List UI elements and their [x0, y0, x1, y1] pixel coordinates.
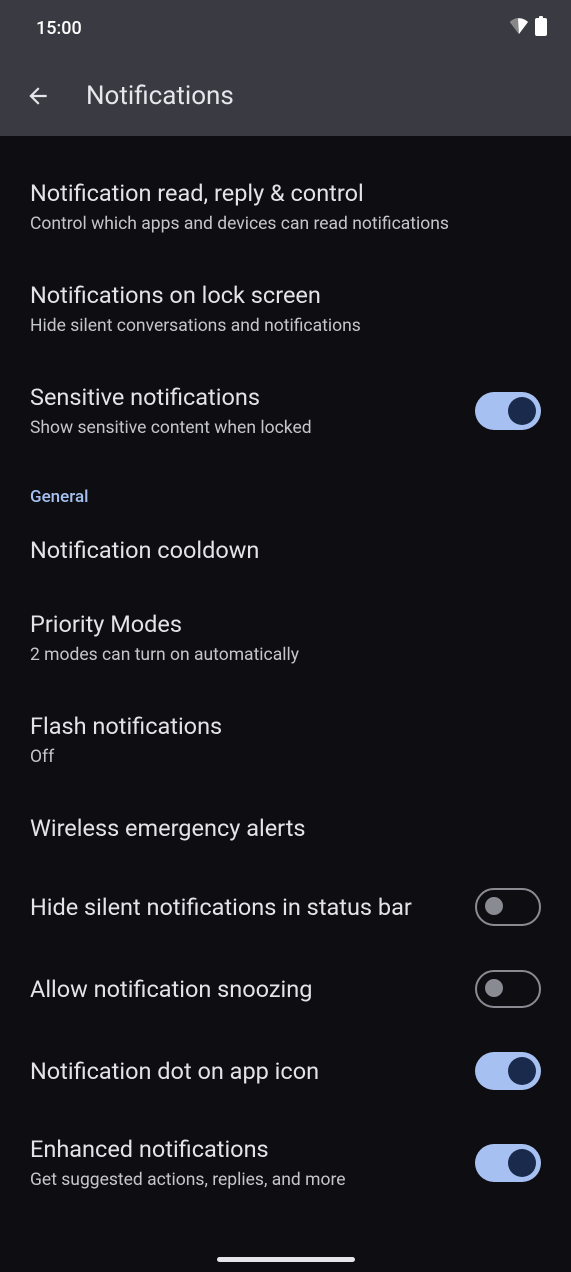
setting-title: Enhanced notifications: [30, 1134, 459, 1165]
setting-enhanced-notifications[interactable]: Enhanced notifications Get suggested act…: [0, 1112, 571, 1214]
setting-text: Allow notification snoozing: [30, 974, 475, 1005]
toggle-sensitive-notifications[interactable]: [475, 392, 541, 430]
setting-title: Flash notifications: [30, 711, 525, 742]
setting-notification-dot[interactable]: Notification dot on app icon: [0, 1030, 571, 1112]
setting-title: Notification read, reply & control: [30, 178, 525, 209]
setting-title: Hide silent notifications in status bar: [30, 892, 459, 923]
setting-title: Notifications on lock screen: [30, 280, 525, 311]
page-title: Notifications: [86, 81, 234, 111]
setting-title: Notification dot on app icon: [30, 1056, 459, 1087]
setting-subtitle: 2 modes can turn on automatically: [30, 644, 525, 668]
section-header-general: General: [0, 463, 571, 513]
setting-hide-silent-status-bar[interactable]: Hide silent notifications in status bar: [0, 866, 571, 948]
setting-notification-cooldown[interactable]: Notification cooldown: [0, 513, 571, 588]
status-icons: [509, 16, 547, 40]
setting-title: Priority Modes: [30, 609, 525, 640]
setting-title: Notification cooldown: [30, 535, 525, 566]
setting-subtitle: Control which apps and devices can read …: [30, 213, 525, 237]
setting-title: Allow notification snoozing: [30, 974, 459, 1005]
arrow-left-icon: [25, 83, 51, 109]
setting-text: Enhanced notifications Get suggested act…: [30, 1134, 475, 1192]
setting-text: Hide silent notifications in status bar: [30, 892, 475, 923]
setting-flash-notifications[interactable]: Flash notifications Off: [0, 689, 571, 791]
toggle-hide-silent-status-bar[interactable]: [475, 888, 541, 926]
battery-icon: [535, 16, 547, 40]
back-button[interactable]: [18, 76, 58, 116]
wifi-icon: [509, 18, 529, 38]
toggle-allow-snoozing[interactable]: [475, 970, 541, 1008]
setting-title: Sensitive notifications: [30, 382, 459, 413]
settings-content[interactable]: Notification read, reply & control Contr…: [0, 136, 571, 1272]
setting-priority-modes[interactable]: Priority Modes 2 modes can turn on autom…: [0, 587, 571, 689]
nav-home-indicator[interactable]: [217, 1257, 355, 1262]
app-header: Notifications: [0, 56, 571, 136]
setting-text: Notification cooldown: [30, 535, 541, 566]
toggle-enhanced-notifications[interactable]: [475, 1144, 541, 1182]
setting-subtitle: Show sensitive content when locked: [30, 417, 459, 441]
setting-subtitle: Hide silent conversations and notificati…: [30, 315, 525, 339]
setting-wireless-emergency-alerts[interactable]: Wireless emergency alerts: [0, 791, 571, 866]
status-time: 15:00: [36, 18, 82, 39]
setting-text: Priority Modes 2 modes can turn on autom…: [30, 609, 541, 667]
setting-text: Wireless emergency alerts: [30, 813, 541, 844]
setting-text: Notification dot on app icon: [30, 1056, 475, 1087]
setting-text: Sensitive notifications Show sensitive c…: [30, 382, 475, 440]
setting-text: Notifications on lock screen Hide silent…: [30, 280, 541, 338]
setting-notifications-lock-screen[interactable]: Notifications on lock screen Hide silent…: [0, 258, 571, 360]
setting-sensitive-notifications[interactable]: Sensitive notifications Show sensitive c…: [0, 360, 571, 462]
setting-subtitle: Get suggested actions, replies, and more: [30, 1169, 459, 1193]
setting-text: Notification read, reply & control Contr…: [30, 178, 541, 236]
setting-text: Flash notifications Off: [30, 711, 541, 769]
setting-title: Wireless emergency alerts: [30, 813, 525, 844]
setting-notification-read-reply[interactable]: Notification read, reply & control Contr…: [0, 148, 571, 258]
toggle-notification-dot[interactable]: [475, 1052, 541, 1090]
status-bar: 15:00: [0, 0, 571, 56]
setting-allow-snoozing[interactable]: Allow notification snoozing: [0, 948, 571, 1030]
setting-subtitle: Off: [30, 746, 525, 770]
